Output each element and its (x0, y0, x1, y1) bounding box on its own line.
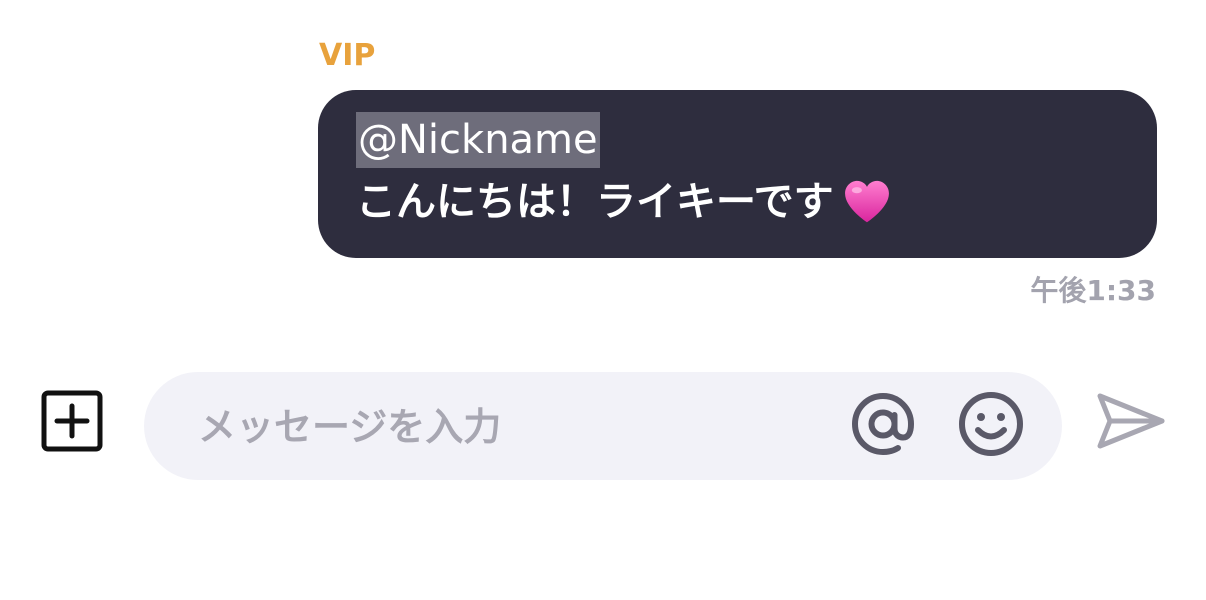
message-timestamp: 午後1:33 (1030, 274, 1156, 307)
message-input[interactable] (196, 400, 820, 454)
pink-heart-icon (844, 180, 889, 223)
plus-square-icon[interactable] (40, 389, 104, 453)
message-bubble[interactable]: @Nickname こんにちは！ライキーです (318, 90, 1157, 258)
message-input-container[interactable] (144, 372, 1062, 480)
message-text-row: こんにちは！ライキーです (356, 172, 1119, 232)
smiley-icon[interactable] (955, 388, 1027, 460)
sender-badge: VIP (319, 38, 376, 73)
at-sign-icon[interactable] (847, 388, 919, 460)
chat-screen: VIP @Nickname こんにちは！ライキーです 午後1:33 (0, 0, 1206, 600)
send-arrow-icon[interactable] (1094, 390, 1168, 452)
message-text: こんにちは！ライキーです (356, 179, 834, 225)
mention-tag[interactable]: @Nickname (356, 112, 600, 168)
message-composer (0, 372, 1206, 482)
